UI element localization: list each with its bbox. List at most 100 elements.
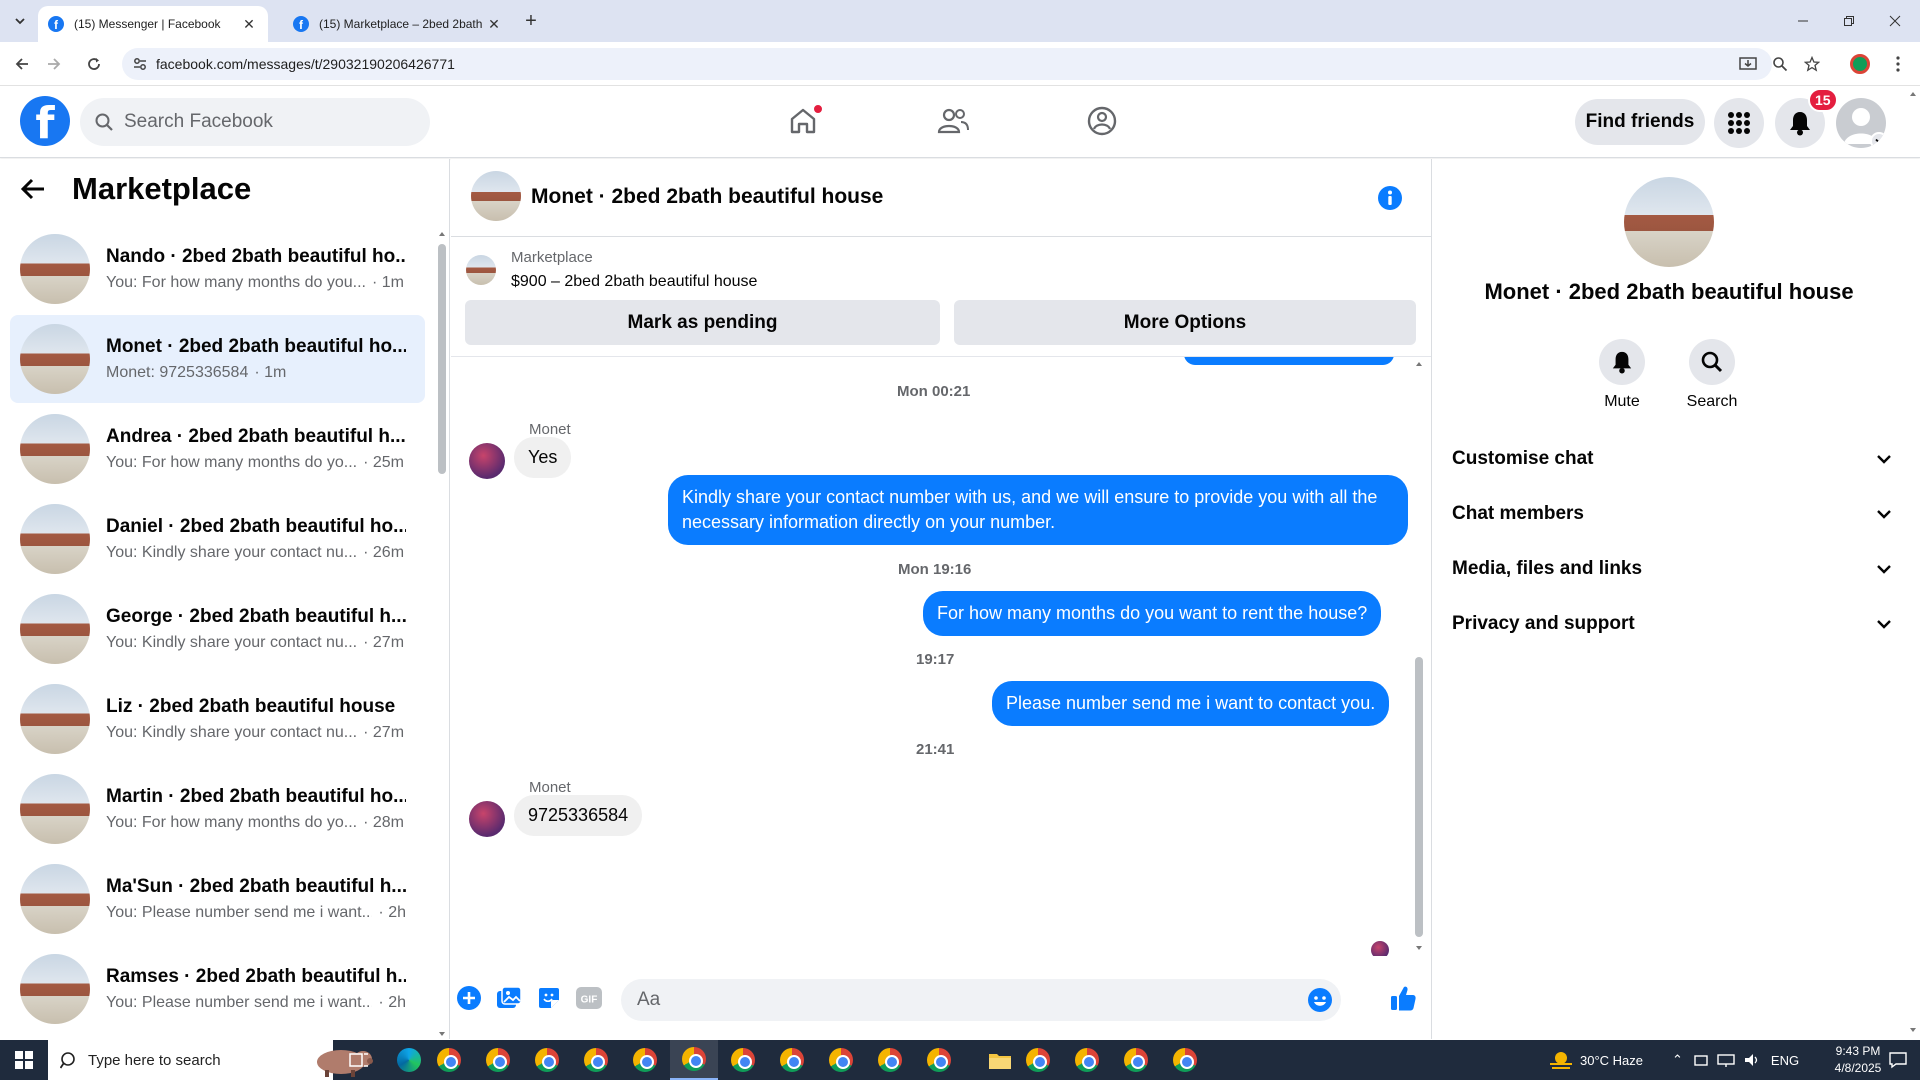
chrome-taskbar-icon[interactable] xyxy=(1161,1040,1209,1080)
browser-menu-button[interactable] xyxy=(1886,52,1910,76)
sender-avatar[interactable] xyxy=(469,801,505,837)
gif-button[interactable]: GIF xyxy=(572,981,606,1015)
chrome-taskbar-icon[interactable] xyxy=(670,1040,718,1080)
message-bubble-outgoing[interactable]: Kindly share your contact number with us… xyxy=(668,475,1408,545)
file-explorer-icon[interactable] xyxy=(976,1040,1024,1080)
meet-now-icon[interactable] xyxy=(1693,1052,1709,1068)
chat-title[interactable]: Monet · 2bed 2bath beautiful house xyxy=(531,185,883,209)
listing-thumbnail xyxy=(20,414,90,484)
conversation-item[interactable]: George · 2bed 2bath beautiful h... You: K… xyxy=(10,585,425,673)
message-bubble-incoming[interactable]: Yes xyxy=(514,437,572,478)
chrome-taskbar-icon[interactable] xyxy=(915,1040,963,1080)
show-hidden-icons-chevron-up-icon[interactable]: ⌃ xyxy=(1672,1052,1683,1068)
chat-details-avatar[interactable] xyxy=(1624,177,1714,267)
emoji-button[interactable] xyxy=(1307,987,1333,1013)
language-indicator[interactable]: ENG xyxy=(1771,1053,1799,1068)
conversation-item[interactable]: Ramses · 2bed 2bath beautiful h... You: P… xyxy=(10,945,425,1033)
chrome-taskbar-icon[interactable] xyxy=(719,1040,767,1080)
conversation-item[interactable]: Andrea · 2bed 2bath beautiful h... You: F… xyxy=(10,405,425,493)
chrome-taskbar-icon[interactable] xyxy=(1063,1040,1111,1080)
start-button[interactable] xyxy=(0,1040,48,1080)
chat-avatar[interactable] xyxy=(471,171,521,221)
chrome-taskbar-icon[interactable] xyxy=(572,1040,620,1080)
tab-search-dropdown[interactable] xyxy=(8,9,32,33)
message-bubble-outgoing[interactable]: Please number send me i want to contact … xyxy=(992,681,1390,726)
chat-members-section[interactable]: Chat members xyxy=(1452,494,1892,534)
chrome-icon xyxy=(829,1048,853,1072)
mute-button[interactable]: Mute xyxy=(1582,339,1662,411)
network-icon[interactable] xyxy=(1717,1052,1735,1068)
weather-widget[interactable]: 30°C Haze xyxy=(1548,1040,1643,1080)
home-nav-button[interactable] xyxy=(773,96,833,146)
close-window-button[interactable] xyxy=(1872,0,1918,42)
conversation-item[interactable]: Monet · 2bed 2bath beautiful ho... Monet:… xyxy=(10,315,425,403)
message-bubble-incoming[interactable]: 9725336584 xyxy=(514,795,643,836)
chrome-icon xyxy=(780,1048,804,1072)
browser-tab-marketplace[interactable]: f (15) Marketplace – 2bed 2bath ✕ xyxy=(283,6,513,42)
mark-as-pending-button[interactable]: Mark as pending xyxy=(465,300,940,345)
more-options-button[interactable]: More Options xyxy=(954,300,1416,345)
task-view-button[interactable] xyxy=(335,1040,383,1080)
facebook-logo-icon[interactable]: f xyxy=(20,96,70,146)
chrome-taskbar-icon[interactable] xyxy=(523,1040,571,1080)
conversation-name: Daniel · 2bed 2bath beautiful ho... xyxy=(106,516,406,537)
restore-button[interactable] xyxy=(1826,0,1872,42)
facebook-search-input[interactable]: Search Facebook xyxy=(80,98,430,146)
media-files-links-section[interactable]: Media, files and links xyxy=(1452,549,1892,589)
conversation-item[interactable]: Ma'Sun · 2bed 2bath beautiful h... You: P… xyxy=(10,855,425,943)
back-button[interactable] xyxy=(8,50,36,78)
find-friends-button[interactable]: Find friends xyxy=(1575,99,1705,145)
conversation-item[interactable]: Martin · 2bed 2bath beautiful ho... You: … xyxy=(10,765,425,853)
install-icon xyxy=(1739,57,1757,70)
details-scrollbar[interactable] xyxy=(1908,92,1918,1039)
thumbs-up-icon xyxy=(1391,986,1416,1011)
account-avatar[interactable] xyxy=(1836,98,1886,148)
conversation-item[interactable]: Liz · 2bed 2bath beautiful house You: Kin… xyxy=(10,675,425,763)
attach-photo-button[interactable] xyxy=(492,981,526,1015)
new-tab-button[interactable]: + xyxy=(518,8,544,34)
sender-avatar[interactable] xyxy=(469,443,505,479)
search-icon xyxy=(95,113,113,131)
chrome-taskbar-icon[interactable] xyxy=(425,1040,473,1080)
message-input[interactable]: Aa xyxy=(621,979,1341,1021)
browser-tab-messenger[interactable]: f (15) Messenger | Facebook ✕ xyxy=(38,6,268,42)
privacy-support-section[interactable]: Privacy and support xyxy=(1452,604,1892,644)
chat-info-button[interactable] xyxy=(1377,185,1403,211)
close-tab-icon[interactable]: ✕ xyxy=(240,15,258,33)
conversation-item[interactable]: Daniel · 2bed 2bath beautiful ho... You: … xyxy=(10,495,425,583)
reload-button[interactable] xyxy=(80,50,108,78)
profile-button[interactable] xyxy=(1848,52,1872,76)
forward-button[interactable] xyxy=(40,50,68,78)
preview-text: You: For how many months do yo... xyxy=(106,454,358,471)
chrome-taskbar-icon[interactable] xyxy=(817,1040,865,1080)
notification-center-button[interactable] xyxy=(1878,1040,1918,1080)
close-tab-icon[interactable]: ✕ xyxy=(485,15,503,33)
chrome-taskbar-icon[interactable] xyxy=(474,1040,522,1080)
conversation-item[interactable]: Nando · 2bed 2bath beautiful ho... You: F… xyxy=(10,225,425,313)
scrollbar-thumb[interactable] xyxy=(438,244,446,474)
chat-scrollbar-thumb[interactable] xyxy=(1415,657,1423,937)
chrome-taskbar-icon[interactable] xyxy=(768,1040,816,1080)
chrome-taskbar-icon[interactable] xyxy=(1112,1040,1160,1080)
chrome-taskbar-icon[interactable] xyxy=(866,1040,914,1080)
groups-nav-button[interactable] xyxy=(1072,96,1132,146)
taskbar-search-box[interactable]: Type here to search xyxy=(48,1040,373,1080)
menu-button[interactable] xyxy=(1714,98,1764,148)
search-in-chat-button[interactable]: Search xyxy=(1672,339,1752,411)
chrome-taskbar-icon[interactable] xyxy=(621,1040,669,1080)
minimize-button[interactable] xyxy=(1780,0,1826,42)
volume-icon[interactable] xyxy=(1743,1052,1761,1068)
zoom-button[interactable] xyxy=(1768,52,1792,76)
back-arrow-icon[interactable] xyxy=(20,176,46,202)
chat-scrollbar[interactable] xyxy=(1413,357,1425,956)
sticker-button[interactable] xyxy=(532,981,566,1015)
more-actions-button[interactable] xyxy=(452,981,486,1015)
conversation-scrollbar[interactable] xyxy=(437,229,447,1036)
bookmark-button[interactable] xyxy=(1800,52,1824,76)
customise-chat-section[interactable]: Customise chat xyxy=(1452,439,1892,479)
url-bar[interactable]: facebook.com/messages/t/2903219020642677… xyxy=(122,48,1772,80)
like-button[interactable] xyxy=(1386,981,1420,1015)
install-app-button[interactable] xyxy=(1736,52,1760,76)
message-bubble-outgoing[interactable]: For how many months do you want to rent … xyxy=(923,591,1382,636)
friends-nav-button[interactable] xyxy=(923,96,983,146)
